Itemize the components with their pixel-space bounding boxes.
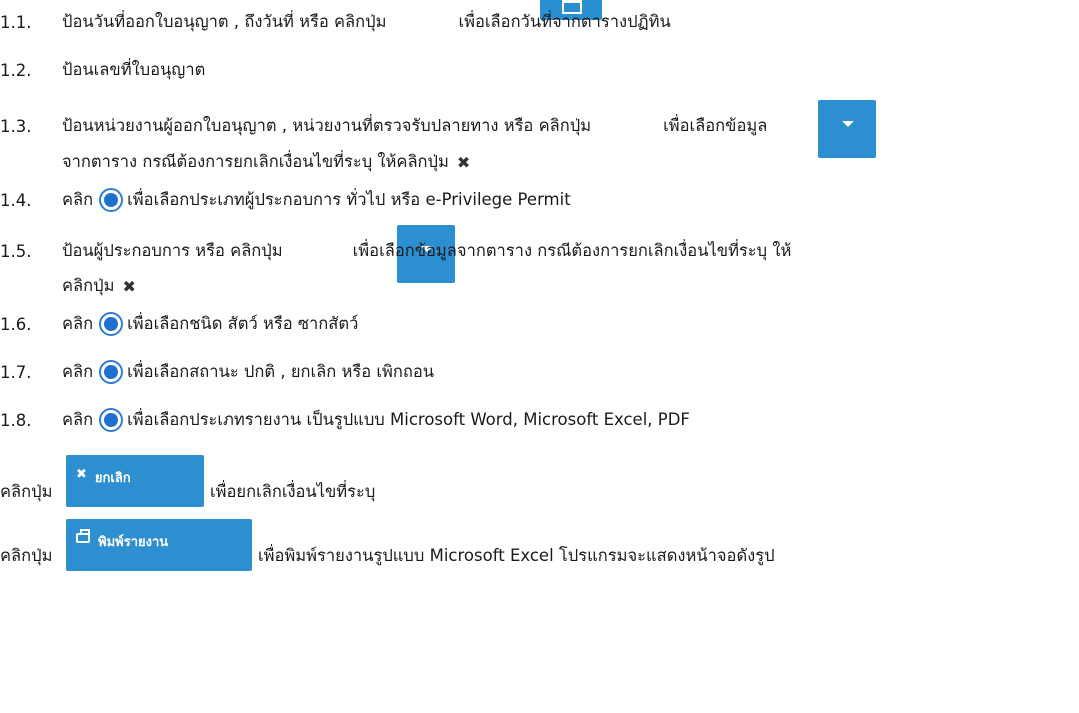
item-text: เพื่อเลือกชนิด สัตว์ หรือ ซากสัตว์: [127, 314, 359, 333]
times-icon: ✖: [122, 276, 136, 296]
item-number: 1.7.: [0, 362, 32, 382]
item-text: เพื่อเลือกสถานะ ปกติ , ยกเลิก หรือ เพิกถ…: [127, 362, 435, 381]
instruction-1-8: 1.8. คลิก เพื่อเลือกประเภทรายงาน เป็นรูป…: [0, 406, 690, 434]
print-instruction-suffix: เพื่อพิมพ์รายงานรูปแบบ Microsoft Excel โ…: [258, 542, 775, 570]
item-text: จากตาราง กรณีต้องการยกเลิกเงื่อนไขที่ระบ…: [62, 152, 449, 171]
item-text: เพื่อเลือกวันที่จากตารางปฏิทิน: [458, 12, 671, 31]
instruction-1-5-continued: คลิกปุ่ม ✖: [62, 272, 136, 300]
item-text: ป้อนผู้ประกอบการ หรือ คลิกปุ่ม: [62, 241, 283, 260]
item-text: คลิก: [62, 190, 94, 209]
radio-selected-icon: [99, 188, 124, 212]
print-suffix: เพื่อพิมพ์รายงานรูปแบบ Microsoft Excel โ…: [258, 546, 775, 565]
item-text: เพื่อเลือกข้อมูลจากตาราง กรณีต้องการยกเล…: [352, 241, 792, 260]
instruction-1-3: 1.3. ป้อนหน่วยงานผู้ออกใบอนุญาต , หน่วยง…: [0, 112, 767, 140]
instruction-1-7: 1.7. คลิก เพื่อเลือกสถานะ ปกติ , ยกเลิก …: [0, 358, 434, 386]
instruction-1-2: 1.2. ป้อนเลขที่ใบอนุญาต: [0, 56, 205, 84]
item-text: คลิก: [62, 362, 94, 381]
item-number: 1.1.: [0, 12, 32, 32]
item-text: คลิก: [62, 314, 94, 333]
item-text: คลิก: [62, 410, 94, 429]
radio-selected-icon: [99, 312, 124, 336]
cancel-instruction: คลิกปุ่ม: [0, 478, 53, 506]
dropdown-button: [818, 100, 876, 158]
print-instruction: คลิกปุ่ม: [0, 542, 53, 570]
instruction-1-1: 1.1. ป้อนวันที่ออกใบอนุญาต , ถึงวันที่ ห…: [0, 8, 671, 36]
times-icon: ✖: [456, 152, 471, 172]
item-text: เพื่อเลือกประเภทผู้ประกอบการ ทั่วไป หรือ…: [127, 190, 571, 209]
cancel-instruction-suffix: เพื่อยกเลิกเงื่อนไขที่ระบุ: [210, 478, 375, 506]
item-number: 1.3.: [0, 116, 32, 136]
item-number: 1.2.: [0, 60, 32, 80]
item-text: ป้อนวันที่ออกใบอนุญาต , ถึงวันที่ หรือ ค…: [62, 12, 387, 31]
instruction-1-5: 1.5. ป้อนผู้ประกอบการ หรือ คลิกปุ่ม เพื่…: [0, 237, 791, 265]
print-report-button: พิมพ์รายงาน: [66, 519, 252, 571]
item-text: เพื่อเลือกประเภทรายงาน เป็นรูปแบบ Micros…: [127, 410, 690, 429]
print-prefix: คลิกปุ่ม: [0, 546, 53, 565]
item-text: คลิกปุ่ม: [62, 276, 115, 295]
radio-selected-icon: [99, 360, 124, 384]
cancel-button-label: ยกเลิก: [94, 471, 131, 486]
radio-selected-icon: [99, 408, 124, 432]
instruction-1-4: 1.4. คลิก เพื่อเลือกประเภทผู้ประกอบการ ท…: [0, 186, 571, 214]
item-number: 1.8.: [0, 410, 32, 430]
item-text: เพื่อเลือกข้อมูล: [663, 116, 768, 135]
cancel-button: ✖ ยกเลิก: [66, 455, 204, 507]
caret-down-icon: [842, 121, 854, 127]
item-number: 1.4.: [0, 190, 32, 210]
print-icon: [76, 529, 90, 543]
item-text: ป้อนเลขที่ใบอนุญาต: [62, 60, 206, 79]
cancel-suffix: เพื่อยกเลิกเงื่อนไขที่ระบุ: [210, 482, 376, 501]
instruction-1-3-continued: จากตาราง กรณีต้องการยกเลิกเงื่อนไขที่ระบ…: [62, 148, 470, 176]
cancel-prefix: คลิกปุ่ม: [0, 482, 53, 501]
print-button-label: พิมพ์รายงาน: [98, 535, 169, 550]
times-icon: ✖: [76, 467, 87, 482]
item-number: 1.5.: [0, 241, 32, 261]
item-text: ป้อนหน่วยงานผู้ออกใบอนุญาต , หน่วยงานที่…: [62, 116, 592, 135]
instruction-1-6: 1.6. คลิก เพื่อเลือกชนิด สัตว์ หรือ ซากส…: [0, 310, 358, 338]
item-number: 1.6.: [0, 314, 32, 334]
